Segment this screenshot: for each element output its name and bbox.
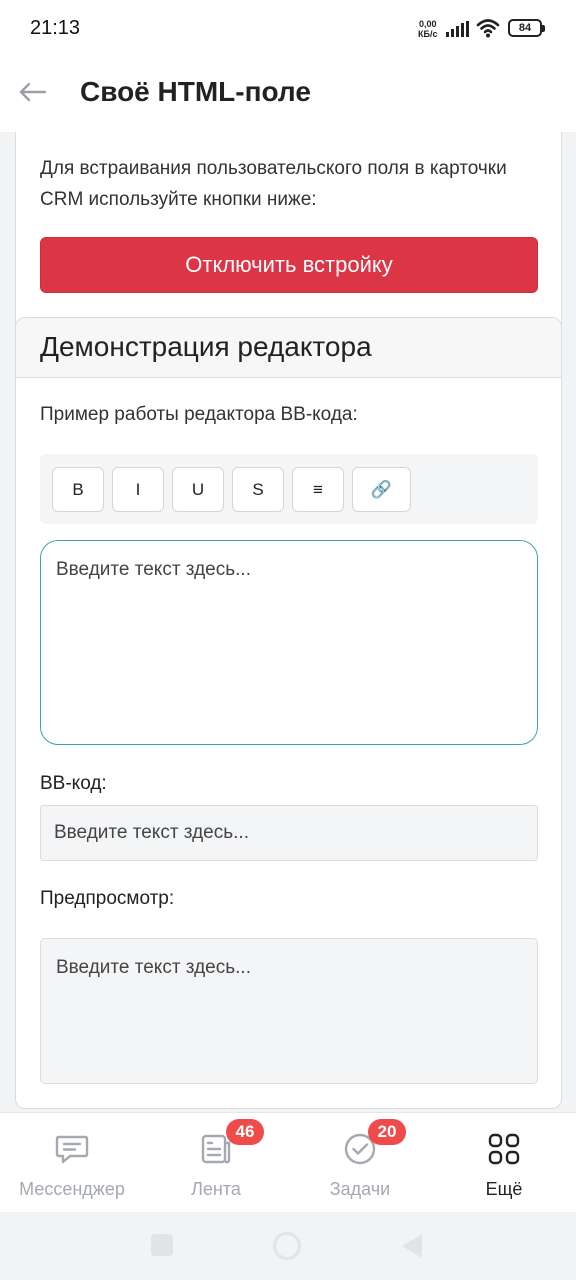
nav-item-feed[interactable]: 46 Лента: [144, 1113, 288, 1213]
battery-icon: 84: [508, 19, 545, 37]
network-speed: 0,00 КБ/с: [418, 19, 437, 39]
network-speed-unit: КБ/с: [418, 29, 438, 39]
page-title: Своё HTML-поле: [80, 76, 311, 107]
disable-embed-button[interactable]: Отключить встройку: [40, 237, 538, 293]
italic-button[interactable]: I: [112, 467, 164, 512]
nav-item-messenger[interactable]: Мессенджер: [0, 1113, 144, 1213]
demo-card-title: Демонстрация редактора: [16, 318, 561, 378]
list-button[interactable]: ≡: [292, 467, 344, 512]
network-speed-value: 0,00: [418, 19, 437, 29]
bbcode-label: BB-код:: [40, 773, 107, 794]
nav-item-tasks[interactable]: 20 Задачи: [288, 1113, 432, 1213]
app-header: Своё HTML-поле: [0, 58, 576, 132]
preview-label: Предпросмотр:: [40, 888, 175, 909]
battery-level: 84: [518, 22, 532, 34]
home-button[interactable]: [273, 1232, 301, 1260]
chat-bubble-icon: [55, 1135, 89, 1164]
underline-button[interactable]: U: [172, 467, 224, 512]
tasks-badge: 20: [368, 1119, 406, 1145]
recents-button[interactable]: [151, 1234, 173, 1256]
system-nav-bar: [0, 1212, 576, 1280]
preview-box: Введите текст здесь...: [40, 938, 538, 1084]
embed-description: Для встраивания пользовательского поля в…: [40, 158, 507, 210]
nav-label-feed: Лента: [191, 1179, 241, 1199]
arrow-left-icon: [19, 82, 47, 102]
strikethrough-button[interactable]: S: [232, 467, 284, 512]
nav-item-more[interactable]: Ещё: [432, 1113, 576, 1213]
back-button[interactable]: [14, 74, 50, 110]
nav-label-messenger: Мессенджер: [19, 1179, 125, 1199]
wifi-icon: [476, 19, 500, 38]
signal-icon: [446, 21, 469, 37]
grid-icon: [488, 1133, 520, 1165]
nav-label-more: Ещё: [485, 1179, 523, 1199]
editor-textarea[interactable]: Введите текст здесь...: [40, 540, 538, 745]
status-time: 21:13: [30, 17, 81, 39]
content-scroll-area[interactable]: Для встраивания пользовательского поля в…: [0, 132, 576, 1112]
bottom-nav: Мессенджер 46 Лента 20 Задачи Ещё: [0, 1112, 576, 1212]
link-icon: 🔗: [370, 479, 393, 499]
bbcode-toolbar: B I U S ≡ 🔗: [40, 454, 538, 524]
editor-demo-card: Демонстрация редактора Пример работы ред…: [15, 317, 562, 1109]
status-bar: 21:13 0,00 КБ/с 84: [0, 0, 576, 58]
system-back-button[interactable]: [402, 1234, 422, 1258]
example-label: Пример работы редактора BB-кода:: [40, 404, 358, 425]
link-button[interactable]: 🔗: [352, 467, 411, 512]
feed-badge: 46: [226, 1119, 264, 1145]
bbcode-field[interactable]: Введите текст здесь...: [40, 805, 538, 861]
nav-label-tasks: Задачи: [329, 1179, 391, 1199]
bold-button[interactable]: B: [52, 467, 104, 512]
